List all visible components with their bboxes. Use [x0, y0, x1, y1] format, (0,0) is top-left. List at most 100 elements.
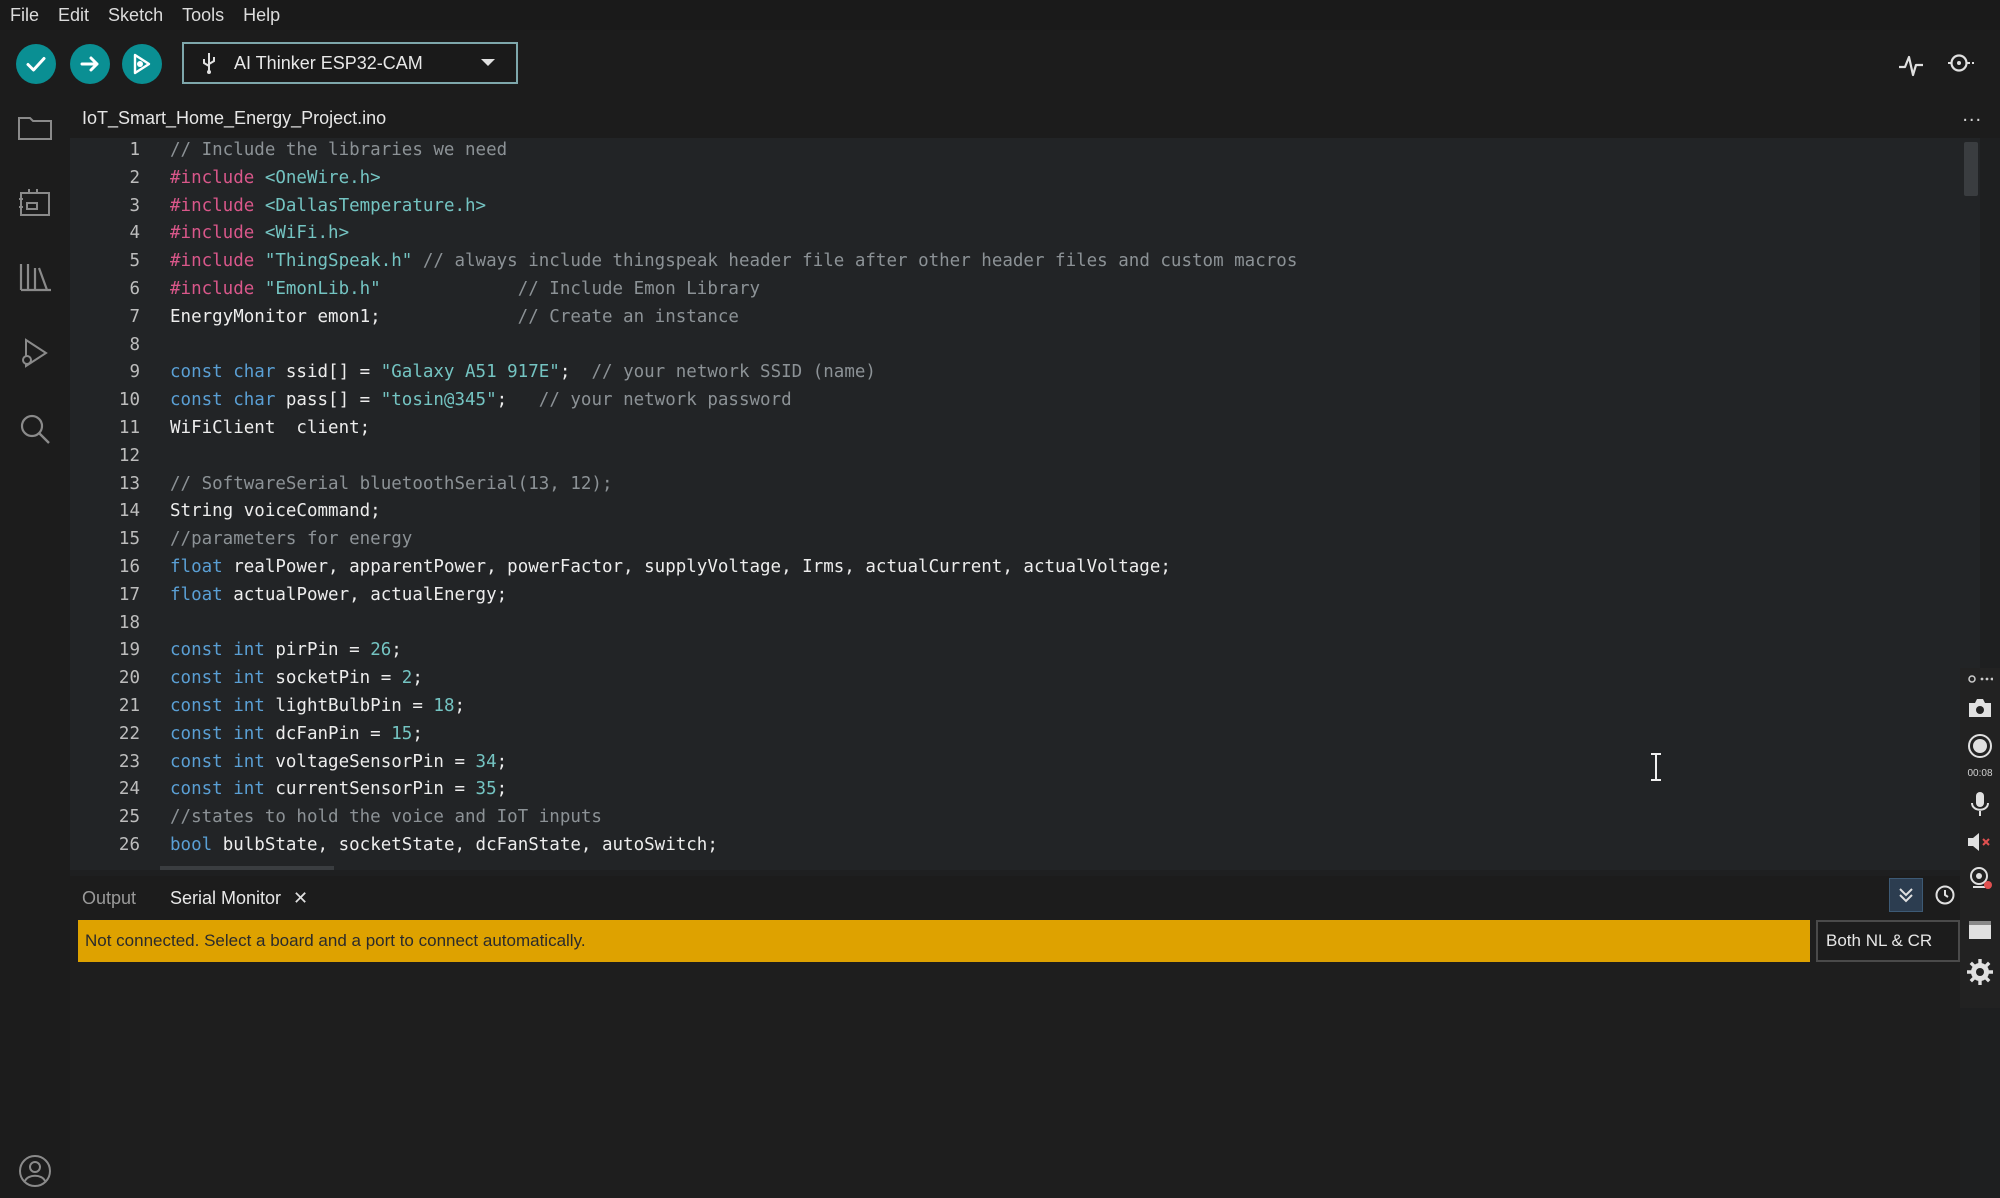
code-token: realPower, apparentPower, powerFactor, s… — [222, 557, 1171, 577]
system-audio-button[interactable] — [1966, 828, 1994, 856]
tab-more-button[interactable]: ... — [1962, 104, 1982, 127]
upload-button[interactable] — [70, 44, 110, 84]
code-line[interactable]: WiFiClient client; — [170, 418, 370, 438]
line-number: 1 — [129, 140, 140, 160]
code-line[interactable]: String voiceCommand; — [170, 501, 381, 521]
recorder-window-button[interactable] — [1966, 916, 1994, 944]
sidebar-item-boards[interactable] — [16, 184, 54, 222]
code-line[interactable]: const int dcFanPin = 15; — [170, 724, 423, 744]
sidebar-item-library[interactable] — [16, 258, 54, 296]
code-line[interactable]: //states to hold the voice and IoT input… — [170, 807, 602, 827]
code-token: //states to hold the voice and IoT input… — [170, 807, 602, 828]
code-line[interactable]: // Include the libraries we need — [170, 140, 507, 160]
camera-icon — [1969, 699, 1991, 717]
code-line[interactable]: float realPower, apparentPower, powerFac… — [170, 557, 1171, 577]
code-line[interactable]: const char pass[] = "tosin@345"; // your… — [170, 390, 792, 410]
recorder-settings-button[interactable] — [1966, 958, 1994, 986]
code-token: // your network SSID (name) — [570, 362, 876, 383]
code-line[interactable]: #include <OneWire.h> — [170, 168, 381, 188]
code-line[interactable]: const int pirPin = 26; — [170, 640, 402, 660]
code-line[interactable]: #include <DallasTemperature.h> — [170, 196, 486, 216]
tab-serial-monitor[interactable]: Serial Monitor ✕ — [170, 876, 308, 920]
menu-edit[interactable]: Edit — [56, 5, 91, 26]
code-token: 2 — [401, 668, 413, 689]
recorder-menu-button[interactable] — [1966, 672, 1994, 686]
code-line[interactable]: const int lightBulbPin = 18; — [170, 696, 465, 716]
code-line[interactable]: // SoftwareSerial bluetoothSerial(13, 12… — [170, 474, 613, 494]
tab-output[interactable]: Output — [82, 876, 136, 920]
line-number: 11 — [118, 418, 140, 438]
webcam-button[interactable] — [1966, 864, 1994, 892]
menu-file[interactable]: File — [8, 5, 41, 26]
code-token: voltageSensorPin = — [264, 751, 476, 772]
code-token: ; — [391, 640, 402, 661]
clock-icon — [1935, 885, 1955, 905]
microphone-button[interactable] — [1966, 790, 1994, 818]
menu-sketch[interactable]: Sketch — [106, 5, 165, 26]
code-line[interactable]: float actualPower, actualEnergy; — [170, 585, 507, 605]
code-area[interactable]: // Include the libraries we need #include… — [170, 138, 1980, 870]
editor-horizontal-scrollbar[interactable] — [160, 866, 334, 870]
connection-warning-banner: Not connected. Select a board and a port… — [78, 920, 1810, 962]
line-number: 7 — [129, 306, 140, 327]
verify-button[interactable] — [16, 44, 56, 84]
code-editor[interactable]: 1 2 3 4 5 6 7 8 9 10 11 12 13 14 15 16 17 18 19 20 21 22 23 24 2… — [70, 138, 1980, 870]
code-token: ; — [454, 696, 466, 716]
user-icon — [19, 1155, 51, 1187]
serial-plotter-button[interactable] — [1896, 50, 1926, 80]
line-number: 6 — [129, 279, 140, 299]
code-token: // your network password — [507, 390, 792, 411]
screenshot-button[interactable] — [1966, 694, 1994, 722]
code-line[interactable]: #include "EmonLib.h" // Include Emon Lib… — [170, 279, 760, 299]
code-token: 18 — [433, 696, 455, 716]
code-line[interactable]: const int currentSensorPin = 35; — [170, 779, 507, 799]
usb-icon — [203, 53, 215, 74]
debug-button[interactable] — [122, 44, 162, 84]
code-line[interactable]: const char ssid[] = "Galaxy A51 917E"; /… — [170, 362, 876, 382]
serial-monitor-button[interactable] — [1946, 50, 1976, 80]
check-icon — [26, 57, 46, 72]
code-line[interactable]: const int voltageSensorPin = 34; — [170, 752, 507, 772]
code-line[interactable]: //parameters for energy — [170, 529, 412, 549]
close-icon[interactable]: ✕ — [293, 888, 308, 909]
search-icon — [20, 414, 50, 444]
debug-icon — [133, 53, 151, 75]
sidebar-item-sketchbook[interactable] — [16, 108, 54, 146]
code-token: #include — [170, 279, 265, 299]
line-number: 4 — [129, 223, 140, 244]
code-line[interactable]: EnergyMonitor emon1; // Create an instan… — [170, 307, 739, 327]
editor-vertical-scrollbar[interactable] — [1964, 142, 1978, 196]
line-number: 3 — [129, 195, 140, 216]
sidebar-item-search[interactable] — [16, 410, 54, 448]
line-ending-select[interactable]: Both NL & CR — [1816, 920, 1960, 962]
tab-sketch-file[interactable]: IoT_Smart_Home_Energy_Project.ino — [82, 98, 386, 138]
magnifier-icon — [1948, 54, 1974, 72]
code-token: const int — [170, 751, 265, 772]
record-button[interactable] — [1966, 732, 1994, 760]
code-token: ; — [559, 362, 571, 383]
line-ending-value: Both NL & CR — [1826, 931, 1933, 950]
sidebar-item-debug[interactable] — [16, 334, 54, 372]
account-button[interactable] — [16, 1152, 54, 1190]
timestamp-toggle[interactable] — [1928, 878, 1962, 912]
line-number: 9 — [129, 362, 140, 383]
code-line[interactable]: const int socketPin = 2; — [170, 668, 423, 688]
code-line[interactable]: #include <WiFi.h> — [170, 223, 349, 243]
code-line[interactable]: bool bulbState, socketState, dcFanState,… — [170, 835, 718, 855]
folder-icon — [18, 117, 52, 140]
code-token: "ThingSpeak.h" — [264, 251, 413, 272]
tab-output-label: Output — [82, 887, 137, 908]
code-token: // Create an instance — [380, 306, 739, 327]
code-token: ; — [412, 668, 423, 689]
code-token: #include — [170, 195, 265, 216]
code-token: 35 — [475, 779, 497, 800]
line-number: 21 — [118, 696, 140, 716]
code-token: ; — [496, 751, 508, 772]
board-selector[interactable]: AI Thinker ESP32-CAM — [182, 42, 518, 84]
code-token: <WiFi.h> — [264, 223, 350, 244]
code-line[interactable]: #include "ThingSpeak.h" // always includ… — [170, 251, 1297, 271]
menu-help[interactable]: Help — [241, 5, 282, 26]
code-token: WiFiClient client; — [170, 418, 371, 438]
autoscroll-toggle[interactable] — [1889, 878, 1923, 912]
menu-tools[interactable]: Tools — [180, 5, 226, 26]
